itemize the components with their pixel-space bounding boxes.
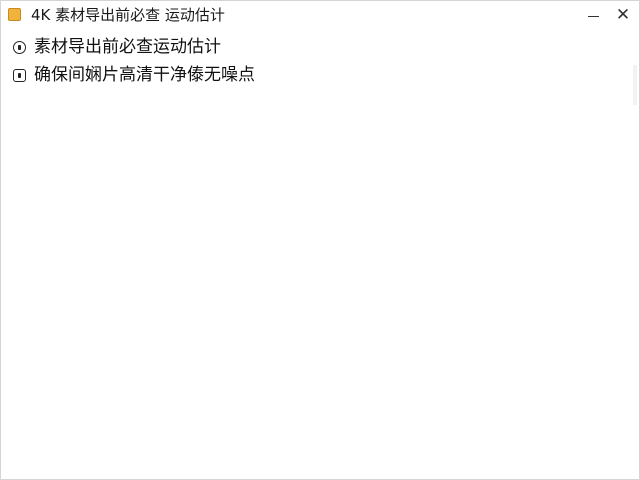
list-item-label: 确保间娴片高清干净傣无噪点 bbox=[34, 65, 255, 85]
list-item[interactable]: 素材导出前必查运动估计 bbox=[13, 36, 221, 58]
minimize-icon bbox=[587, 15, 599, 17]
app-window: 4K 素材导出前必查 运动估计 ✕ 素材导出前必查运动估计 确保间娴片高清干净傣… bbox=[0, 0, 640, 480]
close-icon: ✕ bbox=[615, 4, 631, 25]
list-item-label: 素材导出前必查运动估计 bbox=[34, 37, 221, 57]
clock-icon bbox=[13, 40, 26, 54]
title-bar[interactable]: 4K 素材导出前必查 运动估计 ✕ bbox=[1, 1, 639, 29]
checkbox-icon[interactable] bbox=[13, 68, 26, 82]
folder-icon bbox=[8, 8, 21, 21]
close-button[interactable]: ✕ bbox=[609, 1, 637, 29]
list-item[interactable]: 确保间娴片高清干净傣无噪点 bbox=[13, 64, 255, 86]
window-title: 4K 素材导出前必查 运动估计 bbox=[31, 6, 225, 24]
content-area: 素材导出前必查运动估计 确保间娴片高清干净傣无噪点 bbox=[1, 29, 639, 479]
scrollbar[interactable] bbox=[633, 65, 637, 105]
minimize-button[interactable] bbox=[579, 1, 607, 29]
